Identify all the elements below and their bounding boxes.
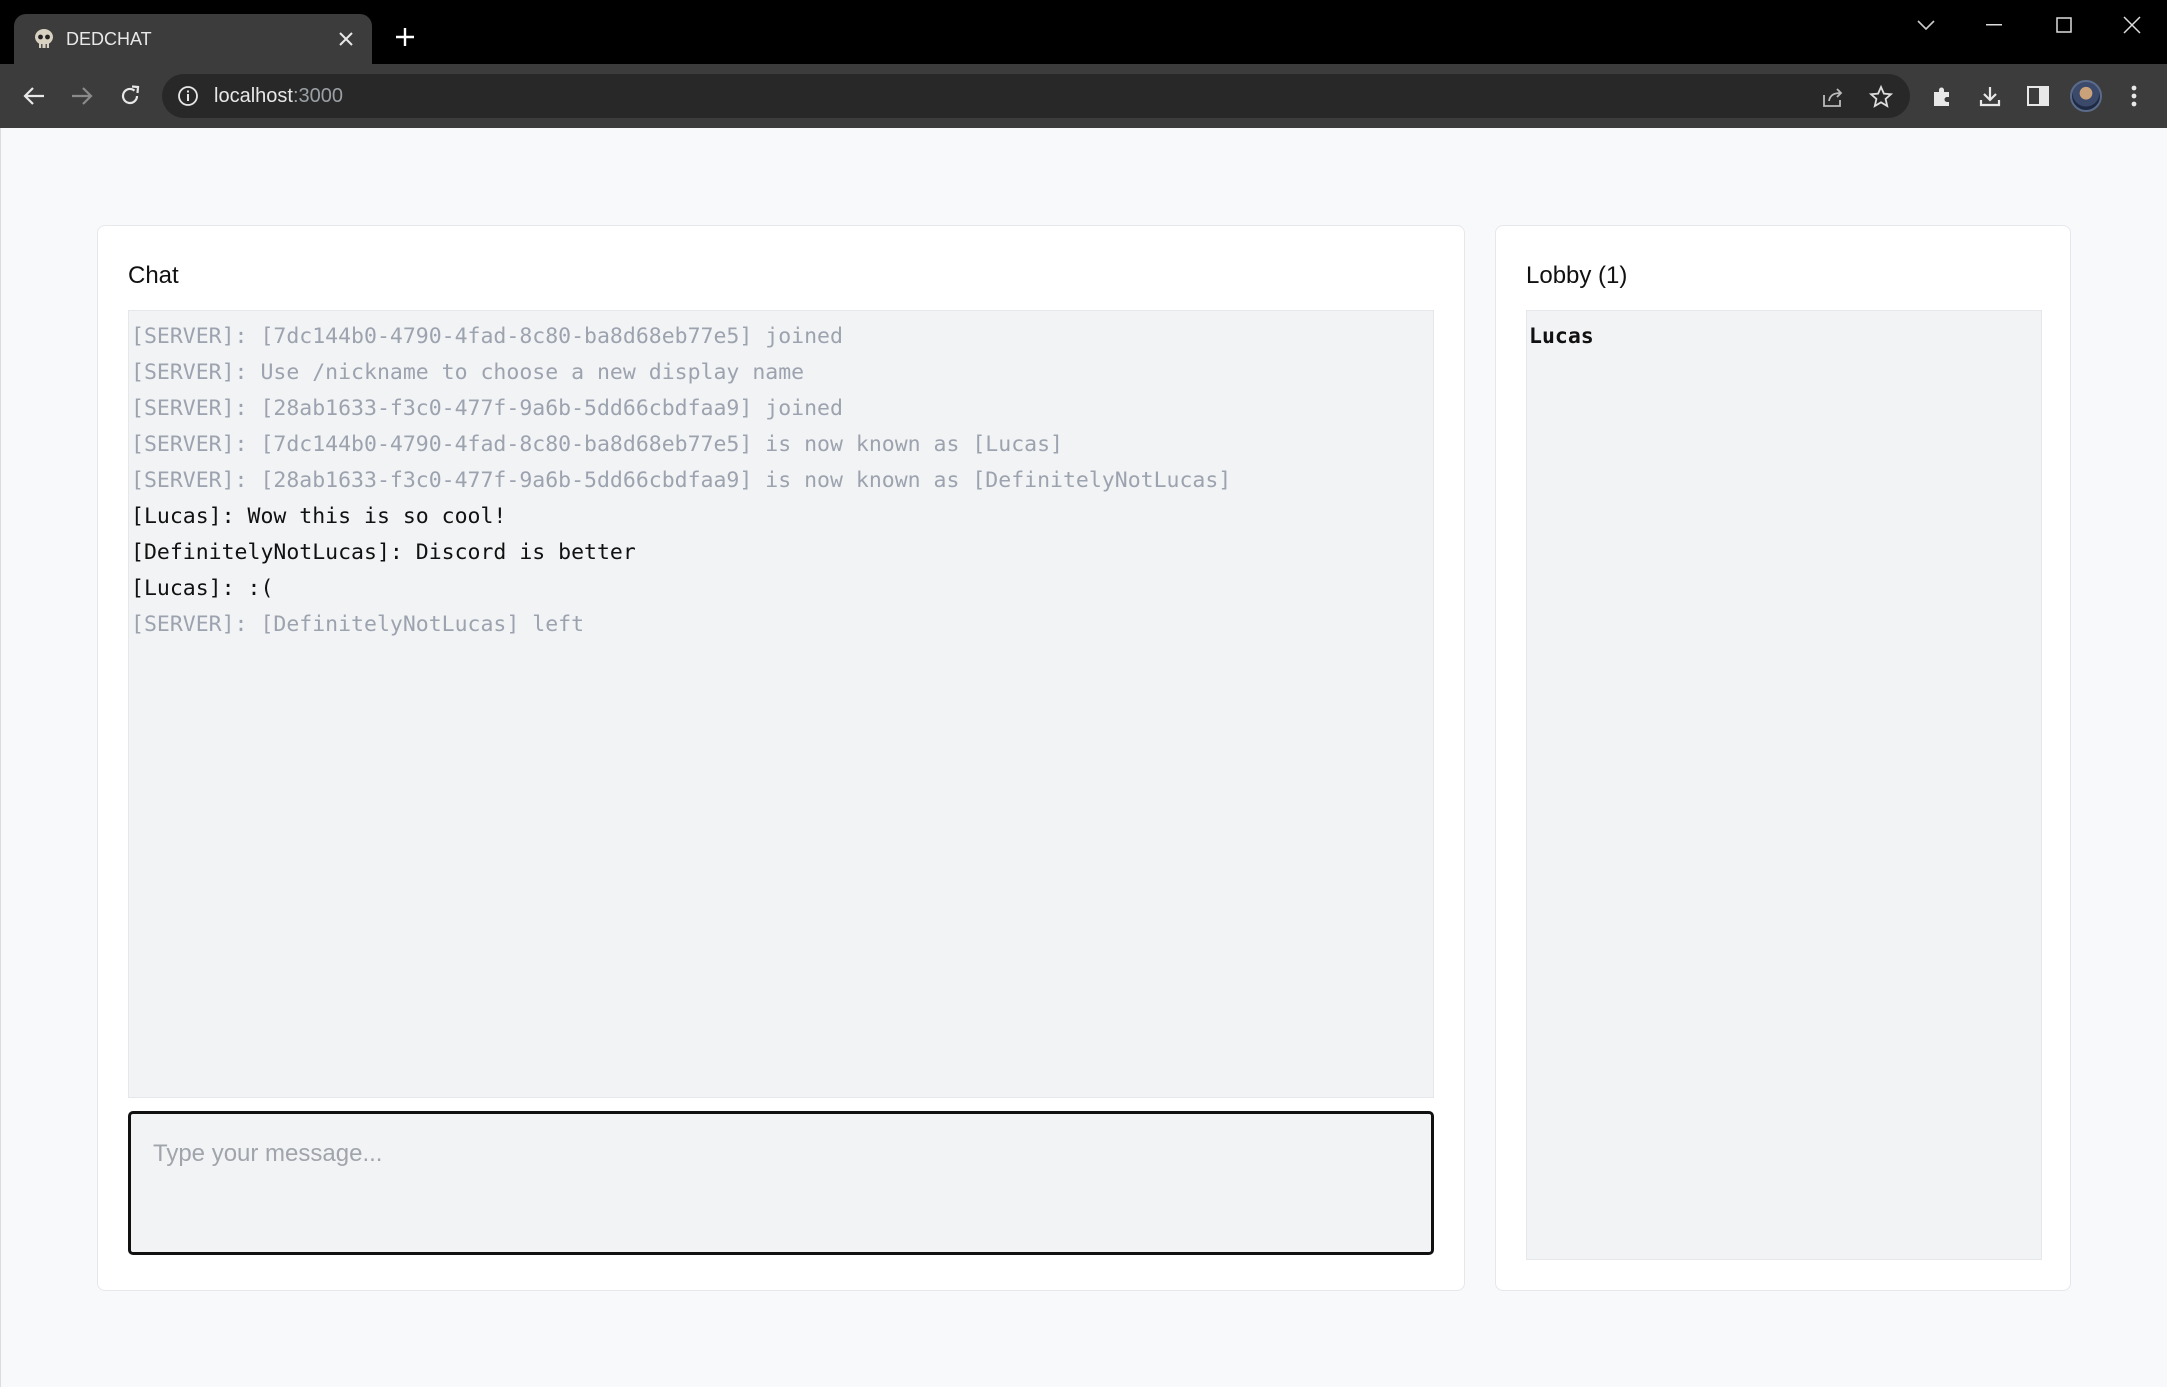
chat-message: [Lucas]: :(: [131, 576, 274, 601]
forward-icon[interactable]: [64, 78, 100, 114]
share-icon[interactable]: [1818, 82, 1848, 112]
chat-title: Chat: [128, 262, 179, 289]
url-port: :3000: [292, 85, 343, 107]
lobby-user: Lucas: [1529, 324, 1594, 349]
skull-favicon-icon: [35, 29, 53, 48]
url-text: localhost:3000: [214, 85, 343, 107]
more-menu-icon[interactable]: [2116, 78, 2152, 114]
server-message: [SERVER]: [7dc144b0-4790-4fad-8c80-ba8d6…: [131, 432, 1063, 457]
chat-log[interactable]: [SERVER]: [7dc144b0-4790-4fad-8c80-ba8d6…: [128, 310, 1434, 1098]
back-icon[interactable]: [16, 78, 52, 114]
downloads-icon[interactable]: [1972, 78, 2008, 114]
tab-close-icon[interactable]: [334, 27, 358, 51]
extensions-puzzle-icon[interactable]: [1924, 78, 1960, 114]
chat-panel: Chat [SERVER]: [7dc144b0-4790-4fad-8c80-…: [97, 225, 1465, 1291]
browser-toolbar: localhost:3000: [0, 64, 2167, 128]
url-host: localhost: [214, 85, 293, 107]
message-input[interactable]: [131, 1114, 1431, 1252]
tab-search-chevron-icon[interactable]: [1906, 8, 1946, 42]
server-message: [SERVER]: [28ab1633-f3c0-477f-9a6b-5dd66…: [131, 396, 843, 421]
minimize-icon[interactable]: [1974, 8, 2014, 42]
maximize-icon[interactable]: [2044, 8, 2084, 42]
server-message: [SERVER]: Use /nickname to choose a new …: [131, 360, 805, 385]
message-composer[interactable]: [128, 1111, 1434, 1255]
page-content: Chat [SERVER]: [7dc144b0-4790-4fad-8c80-…: [0, 128, 2167, 1387]
lobby-user-list: Lucas: [1526, 310, 2042, 1260]
close-window-icon[interactable]: [2112, 8, 2152, 42]
server-message: [SERVER]: [7dc144b0-4790-4fad-8c80-ba8d6…: [131, 324, 843, 349]
browser-title-bar: DEDCHAT: [0, 0, 2167, 64]
chat-message: [DefinitelyNotLucas]: Discord is better: [131, 540, 636, 565]
bookmark-star-icon[interactable]: [1866, 82, 1896, 112]
server-message: [SERVER]: [DefinitelyNotLucas] left: [131, 612, 585, 637]
new-tab-icon[interactable]: [388, 20, 422, 54]
chat-message: [Lucas]: Wow this is so cool!: [131, 504, 507, 529]
browser-tab[interactable]: DEDCHAT: [14, 14, 372, 64]
profile-avatar[interactable]: [2070, 80, 2102, 112]
tab-title: DEDCHAT: [66, 29, 152, 49]
server-message: [SERVER]: [28ab1633-f3c0-477f-9a6b-5dd66…: [131, 468, 1232, 493]
lobby-title: Lobby (1): [1526, 262, 1628, 289]
side-panel-icon[interactable]: [2020, 78, 2056, 114]
lobby-panel: Lobby (1) Lucas: [1495, 225, 2071, 1291]
address-bar[interactable]: localhost:3000: [162, 74, 1910, 118]
site-info-icon[interactable]: [176, 84, 200, 108]
reload-icon[interactable]: [112, 78, 148, 114]
